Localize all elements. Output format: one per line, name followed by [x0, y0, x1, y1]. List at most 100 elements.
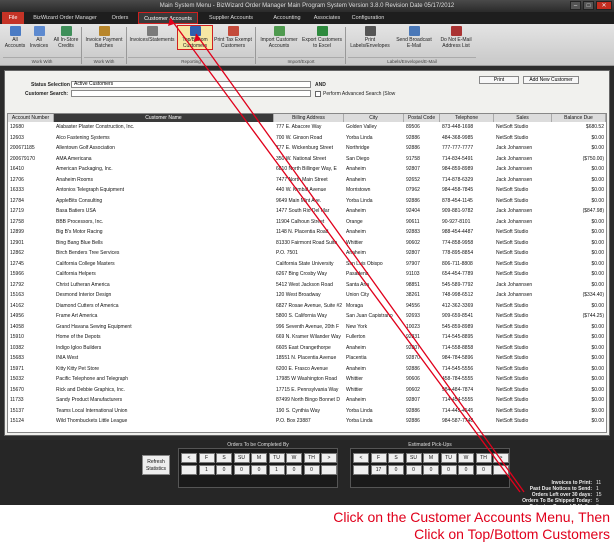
menu-bizwizard[interactable]: BizWizard Order Manager [30, 12, 100, 24]
advanced-search-checkbox[interactable] [315, 91, 321, 97]
menu-configuration[interactable]: Configuration [346, 12, 390, 24]
all-instore-credits-button[interactable]: All In-Store Credits [52, 26, 80, 49]
menu-supplier-accounts[interactable]: Supplier Accounts [200, 12, 262, 24]
calendar-day-count[interactable]: 1 [198, 465, 215, 475]
column-header[interactable]: Balance Due [552, 114, 606, 122]
column-header[interactable]: Billing Address [274, 114, 344, 122]
refresh-statistics-button[interactable]: Refresh Statistics [142, 455, 170, 475]
calendar-day-count[interactable]: 0 [388, 465, 404, 475]
table-cell: 11733 [10, 397, 24, 403]
table-cell: 07962 [406, 187, 420, 193]
table-row[interactable]: 15032 Pacific Telephone and Telegraph 1798… [8, 375, 606, 383]
calendar-day-count[interactable]: 0 [303, 465, 320, 475]
print-button[interactable]: Print [479, 76, 519, 84]
calendar-day-count[interactable]: 0 [458, 465, 474, 475]
calendar-day-count[interactable] [181, 465, 197, 475]
column-header[interactable]: Customer Name [54, 114, 274, 122]
table-row[interactable]: 15683 INIA West 18551 N. Placentia Avenue P… [8, 354, 606, 362]
calendar-day-count[interactable] [353, 465, 369, 475]
table-cell: 92404 [406, 208, 420, 214]
column-header[interactable]: City [344, 114, 404, 122]
table-row[interactable]: 12758 BBB Processors, Inc. 11904 Calhoun S… [8, 218, 606, 226]
table-row[interactable]: 200679170 AMA Americana 350 W. National St… [8, 155, 606, 163]
table-cell: Santa Ana [346, 281, 370, 288]
calendar-day-count[interactable]: 0 [423, 465, 439, 475]
table-row[interactable]: 200671185 Allentown Golf Association 777 E… [8, 144, 606, 152]
print-tax-exempt-button[interactable]: Print Tax Exempt Customers [214, 26, 252, 49]
table-row[interactable]: 10382 Indigo Igloo Builders 6605 East Oran… [8, 344, 606, 352]
column-header[interactable]: Telephone [440, 114, 494, 122]
export-customers-button[interactable]: Export Customers to Excel [302, 26, 342, 49]
calendar-day-count[interactable]: 17 [370, 465, 387, 475]
column-header[interactable]: Postal Code [404, 114, 440, 122]
table-cell: NetSoft Studio [496, 418, 529, 424]
menu-customer-accounts[interactable]: Customer Accounts [138, 12, 198, 24]
all-invoices-button[interactable]: All Invoices [28, 26, 50, 49]
all-accounts-button[interactable]: All Accounts [3, 26, 27, 49]
table-row[interactable]: 16333 Antonios Telegraph Equipment 440 W. … [8, 186, 606, 194]
table-row[interactable]: 16410 American Packaging, Inc. 6810 North … [8, 165, 606, 173]
table-row[interactable]: 12862 Birch Benders Tree Services P.O. 750… [8, 249, 606, 257]
print-labels-button[interactable]: Print Labels/Envelopes [348, 26, 392, 49]
table-cell: Big B's Motor Racing [56, 229, 103, 235]
table-row[interactable]: 14162 Diamond Cutters of America 6827 Rosa… [8, 302, 606, 310]
table-row[interactable]: 12899 Big B's Motor Racing 1148 N. Placent… [8, 228, 606, 236]
minimize-button[interactable]: – [570, 1, 581, 10]
calendar-day-label[interactable]: > [321, 453, 337, 463]
table-row[interactable]: 12792 Christ Lutheran America 5412 West Ja… [8, 281, 606, 289]
table-row[interactable]: 12706 Anaheim Rooms 7477 North Main Street… [8, 176, 606, 184]
calendar-day-count[interactable]: 0 [216, 465, 232, 475]
table-row[interactable]: 15124 Wild Thornbuckets Little League P.O.… [8, 417, 606, 425]
table-cell: 714-834-5491 [442, 155, 474, 162]
add-new-customer-button[interactable]: Add New Customer [523, 76, 579, 84]
top-bottom-customers-button[interactable]: Top/Bottom Customers [177, 25, 213, 50]
table-row[interactable]: 12784 AppleBits Consulting 9649 Main Mint … [8, 197, 606, 205]
broadcast-email-button[interactable]: Send Broadcast E-Mail [394, 26, 434, 49]
table-row[interactable]: 12603 Alco Fastening Systems 700 W. Ginson… [8, 134, 606, 142]
table-row[interactable]: 14058 Grand Havana Sewing Equipment 996 Se… [8, 323, 606, 331]
table-row[interactable]: 15163 Desmond Interior Design 120 West Bro… [8, 291, 606, 299]
table-row[interactable]: 12745 California College Masters Californi… [8, 260, 606, 268]
invoice-payment-batches-button[interactable]: Invoice Payment Batches [84, 26, 124, 49]
maximize-button[interactable]: □ [583, 1, 594, 10]
column-header[interactable]: Sales [494, 114, 552, 122]
table-row[interactable]: 15910 Home of the Depots 669 N. Kramer Wil… [8, 333, 606, 341]
column-header[interactable]: Account Number [8, 114, 54, 122]
calendar-day-label[interactable]: > [493, 453, 509, 463]
close-button[interactable]: ✕ [596, 1, 612, 10]
table-cell: 12603 [10, 134, 24, 141]
table-row[interactable]: 14956 Frame Art America 5800 S. California… [8, 312, 606, 320]
table-cell: Christ Lutheran America [56, 281, 110, 288]
table-row[interactable]: 11733 Sandy Product Manufacturers 87499 No… [8, 396, 606, 404]
table-cell: NetSoft Studio [496, 260, 529, 267]
table-row[interactable]: 12680 Alabaster Plaster Construction, Inc… [8, 123, 606, 131]
table-cell: Bing Bang Blue Bells [56, 239, 103, 246]
table-row[interactable]: 15670 Rick and Debbie Graphics, Inc. 17715… [8, 386, 606, 394]
menu-associates[interactable]: Associates [310, 12, 344, 24]
menu-file[interactable]: File [2, 12, 24, 24]
invoices-statements-button[interactable]: Invoices/Statements [128, 26, 176, 43]
menu-accounting[interactable]: Accounting [266, 12, 308, 24]
table-row[interactable]: 12901 Bing Bang Blue Bells 81330 Fairmont … [8, 239, 606, 247]
calendar-day-count[interactable]: 0 [475, 465, 492, 475]
calendar-day-label[interactable]: < [353, 453, 369, 463]
import-customers-button[interactable]: Import Customer Accounts [258, 26, 300, 49]
calendar-day-count[interactable]: 1 [268, 465, 285, 475]
calendar-day-count[interactable]: 0 [440, 465, 457, 475]
table-row[interactable]: 15971 Kitty Kitty Pet Store 6200 E. Frasco… [8, 365, 606, 373]
customer-search-input[interactable] [71, 90, 311, 97]
calendar-day-count[interactable]: 0 [286, 465, 302, 475]
calendar-day-count[interactable] [321, 465, 337, 475]
do-not-email-button[interactable]: Do Not E-Mail Address List [436, 26, 476, 49]
calendar-day-count[interactable]: 0 [233, 465, 250, 475]
table-row[interactable]: 15137 Teams Local International Union 190 … [8, 407, 606, 415]
calendar-day-count[interactable]: 0 [405, 465, 422, 475]
table-row[interactable]: 12719 Basa Batiers USA 1477 South Rio Del … [8, 207, 606, 215]
calendar-day-label[interactable]: < [181, 453, 197, 463]
calendar-day-count[interactable] [493, 465, 509, 475]
menu-orders[interactable]: Orders [104, 12, 136, 24]
status-select[interactable]: Active Customers [71, 81, 311, 88]
calendar-day-count[interactable]: 0 [251, 465, 267, 475]
table-cell: 190 S. Cynthia Way [276, 407, 321, 414]
table-row[interactable]: 15966 California Helpers 6267 Bing Crosby … [8, 270, 606, 278]
